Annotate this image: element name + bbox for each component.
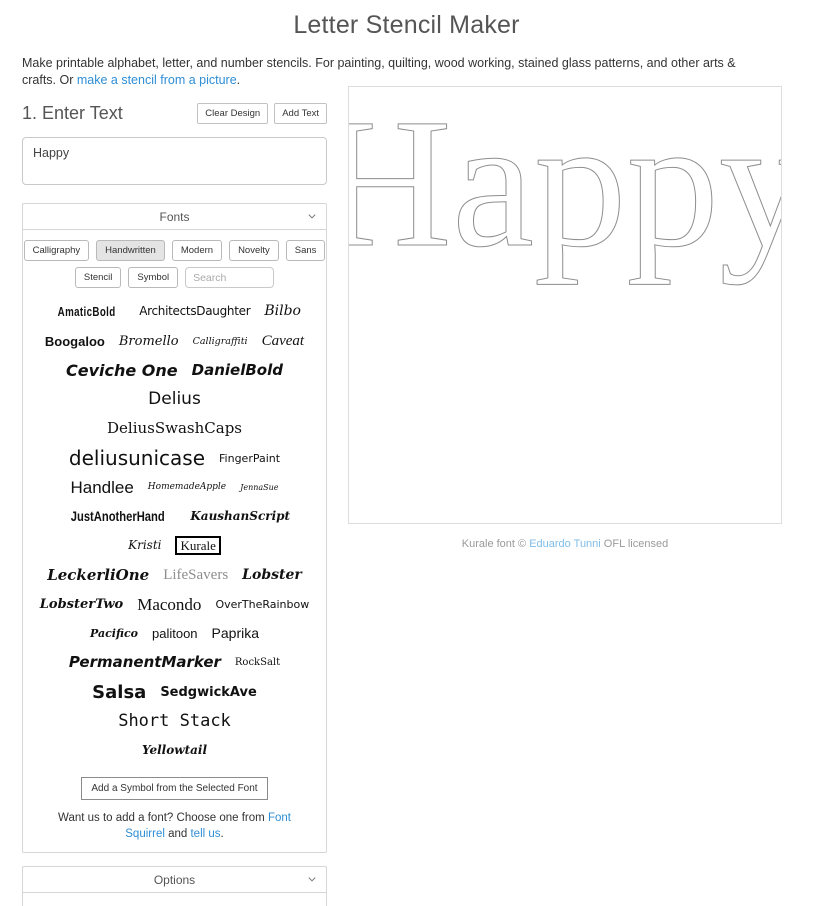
request-font-note-post: . [220, 828, 224, 841]
tell-us-link[interactable]: tell us [190, 828, 220, 840]
font-list: AmaticBold ArchitectsDaughter Bilbo Boogalo… [31, 297, 318, 765]
font-list-row: Handlee HomemadeApple JennaSue [31, 473, 318, 502]
font-list-row: AmaticBold ArchitectsDaughter Bilbo [31, 297, 318, 326]
font-filter-sans[interactable]: Sans [285, 240, 326, 261]
font-option-calligraffiti[interactable]: Calligraffiti [193, 327, 248, 356]
font-option-fingerpaint[interactable]: FingerPaint [219, 444, 280, 473]
font-filter-calligraphy[interactable]: Calligraphy [23, 240, 90, 261]
font-list-row: JustAnotherHand KaushanScript Kristi Kurale [31, 502, 318, 561]
font-list-row: Boogaloo Bromello Calligraffiti Caveat [31, 326, 318, 355]
font-option-lobster[interactable]: Lobster [242, 561, 302, 590]
font-option-architectsdaughter[interactable]: ArchitectsDaughter [139, 297, 250, 326]
font-list-row: Ceviche One DanielBoldDelius [31, 356, 318, 415]
intro-paragraph: Make printable alphabet, letter, and num… [0, 40, 790, 89]
font-option-paprika[interactable]: Paprika [212, 619, 259, 648]
add-symbol-button-wrap: Add a Symbol from the Selected Font [31, 777, 318, 801]
page-root: Letter Stencil Maker Make printable alph… [0, 0, 813, 906]
font-list-row: Yellowtail [31, 736, 318, 765]
font-option-deliusswashcaps[interactable]: DeliusSwashCaps [107, 414, 242, 443]
font-credit: Kurale font © Eduardo Tunni OFL licensed [348, 538, 782, 550]
font-category-filters-row2: Stencil Symbol [31, 267, 318, 288]
font-list-row: PermanentMarker RockSalt [31, 648, 318, 677]
font-credit-post: OFL licensed [600, 538, 669, 550]
header-button-group: Clear Design Add Text [197, 102, 327, 124]
stencil-preview-canvas[interactable]: Happy [348, 86, 782, 524]
font-option-kristi[interactable]: Kristi [128, 531, 161, 560]
font-option-overtherainbow[interactable]: OverTheRainbow [215, 590, 309, 619]
font-filter-novelty[interactable]: Novelty [229, 240, 279, 261]
font-option-caveat[interactable]: Caveat [262, 327, 305, 356]
font-option-homemadeapple[interactable]: HomemadeApple [148, 473, 226, 502]
font-option-lobstertwo[interactable]: LobsterTwo [40, 590, 123, 619]
left-column: 1. Enter Text Clear Design Add Text Font… [22, 98, 327, 906]
fonts-panel-title: Fonts [159, 209, 190, 224]
fonts-panel: Fonts Calligraphy Handwritten Modern Novelt… [22, 203, 327, 854]
font-filter-symbol[interactable]: Symbol [128, 267, 179, 288]
chevron-down-icon [308, 213, 316, 218]
font-list-row: DeliusSwashCaps [31, 414, 318, 443]
font-filter-modern[interactable]: Modern [171, 240, 223, 261]
font-option-jennasue[interactable]: JennaSue [240, 473, 278, 502]
font-option-salsa[interactable]: Salsa [92, 678, 146, 707]
font-option-ceviche-one[interactable]: Ceviche One [66, 356, 178, 385]
font-option-permanentmarker[interactable]: PermanentMarker [69, 648, 221, 677]
font-option-amaticbold[interactable]: AmaticBold [58, 297, 116, 326]
add-text-button[interactable]: Add Text [274, 102, 327, 124]
font-option-short-stack[interactable]: Short Stack [118, 707, 231, 736]
intro-tail: . [236, 73, 241, 87]
font-option-deliusunicase[interactable]: DeliusUnicase [69, 444, 205, 473]
font-option-bromello[interactable]: Bromello [119, 327, 179, 356]
options-panel-header[interactable]: Options [23, 867, 326, 894]
font-option-boogaloo[interactable]: Boogaloo [45, 327, 105, 356]
font-option-lifesavers[interactable]: LifeSavers [163, 561, 228, 590]
font-filter-stencil[interactable]: Stencil [74, 267, 122, 288]
font-option-handlee[interactable]: Handlee [70, 473, 133, 502]
stencil-outline-text: Happy [349, 86, 782, 287]
font-option-yellowtail[interactable]: Yellowtail [142, 736, 207, 765]
font-option-justanotherhand[interactable]: JustAnotherHand [71, 502, 165, 531]
font-option-delius[interactable]: Delius [148, 385, 201, 414]
font-option-rocksalt[interactable]: RockSalt [235, 648, 280, 677]
chevron-down-icon [308, 877, 316, 882]
font-option-bilbo[interactable]: Bilbo [264, 297, 301, 326]
font-list-row: DeliusUnicase FingerPaint [31, 443, 318, 472]
clear-design-button[interactable]: Clear Design [197, 102, 269, 124]
stencil-text-input[interactable] [22, 137, 327, 185]
options-panel-title: Options [153, 872, 196, 887]
request-font-note-pre: Want us to add a font? Choose one from [58, 812, 268, 825]
make-stencil-from-picture-link[interactable]: make a stencil from a picture [77, 73, 237, 87]
options-panel: Options Letter Overlap Outline Thickness [22, 866, 327, 906]
font-option-sedgwickave[interactable]: SedgwickAve [160, 678, 257, 707]
font-option-kurale[interactable]: Kurale [175, 536, 221, 556]
font-credit-pre: Kurale font © [461, 538, 530, 550]
font-filter-handwritten[interactable]: Handwritten [96, 240, 165, 261]
right-column: Happy Kurale font © Eduardo Tunni OFL li… [348, 86, 782, 550]
font-author-link[interactable]: Eduardo Tunni [529, 538, 601, 550]
request-font-note-mid: and [164, 828, 191, 841]
page-title: Letter Stencil Maker [293, 11, 520, 39]
font-option-danielbold[interactable]: DanielBold [192, 356, 283, 385]
svg-text:Happy: Happy [349, 86, 782, 286]
font-list-row: LobsterTwo Macondo OverTheRainbow [31, 590, 318, 619]
font-option-palitoon[interactable]: palitoon [152, 619, 198, 648]
section-title-enter-text: 1. Enter Text [22, 102, 123, 123]
fonts-panel-header[interactable]: Fonts [23, 204, 326, 230]
font-search-input[interactable] [185, 267, 275, 288]
fonts-panel-body: Calligraphy Handwritten Modern Novelty Sans … [23, 230, 326, 852]
font-option-leckerlione[interactable]: LeckerliOne [47, 561, 149, 590]
font-list-row: Salsa SedgwickAveShort Stack [31, 677, 318, 736]
font-category-filters-row1: Calligraphy Handwritten Modern Novelty Sans [23, 240, 326, 261]
font-list-row: LeckerliOne LifeSavers Lobster [31, 560, 318, 589]
request-font-note: Want us to add a font? Choose one from F… [31, 810, 318, 842]
add-symbol-button[interactable]: Add a Symbol from the Selected Font [81, 777, 268, 801]
enter-text-section-header: 1. Enter Text Clear Design Add Text [22, 98, 327, 128]
font-option-kaushanscript[interactable]: KaushanScript [190, 502, 290, 531]
font-option-pacifico[interactable]: Pacifico [90, 619, 138, 648]
options-panel-body: Letter Overlap Outline Thickness Color L… [23, 893, 326, 906]
font-list-row: Pacifico palitoon Paprika [31, 619, 318, 648]
font-option-macondo[interactable]: Macondo [137, 590, 201, 619]
